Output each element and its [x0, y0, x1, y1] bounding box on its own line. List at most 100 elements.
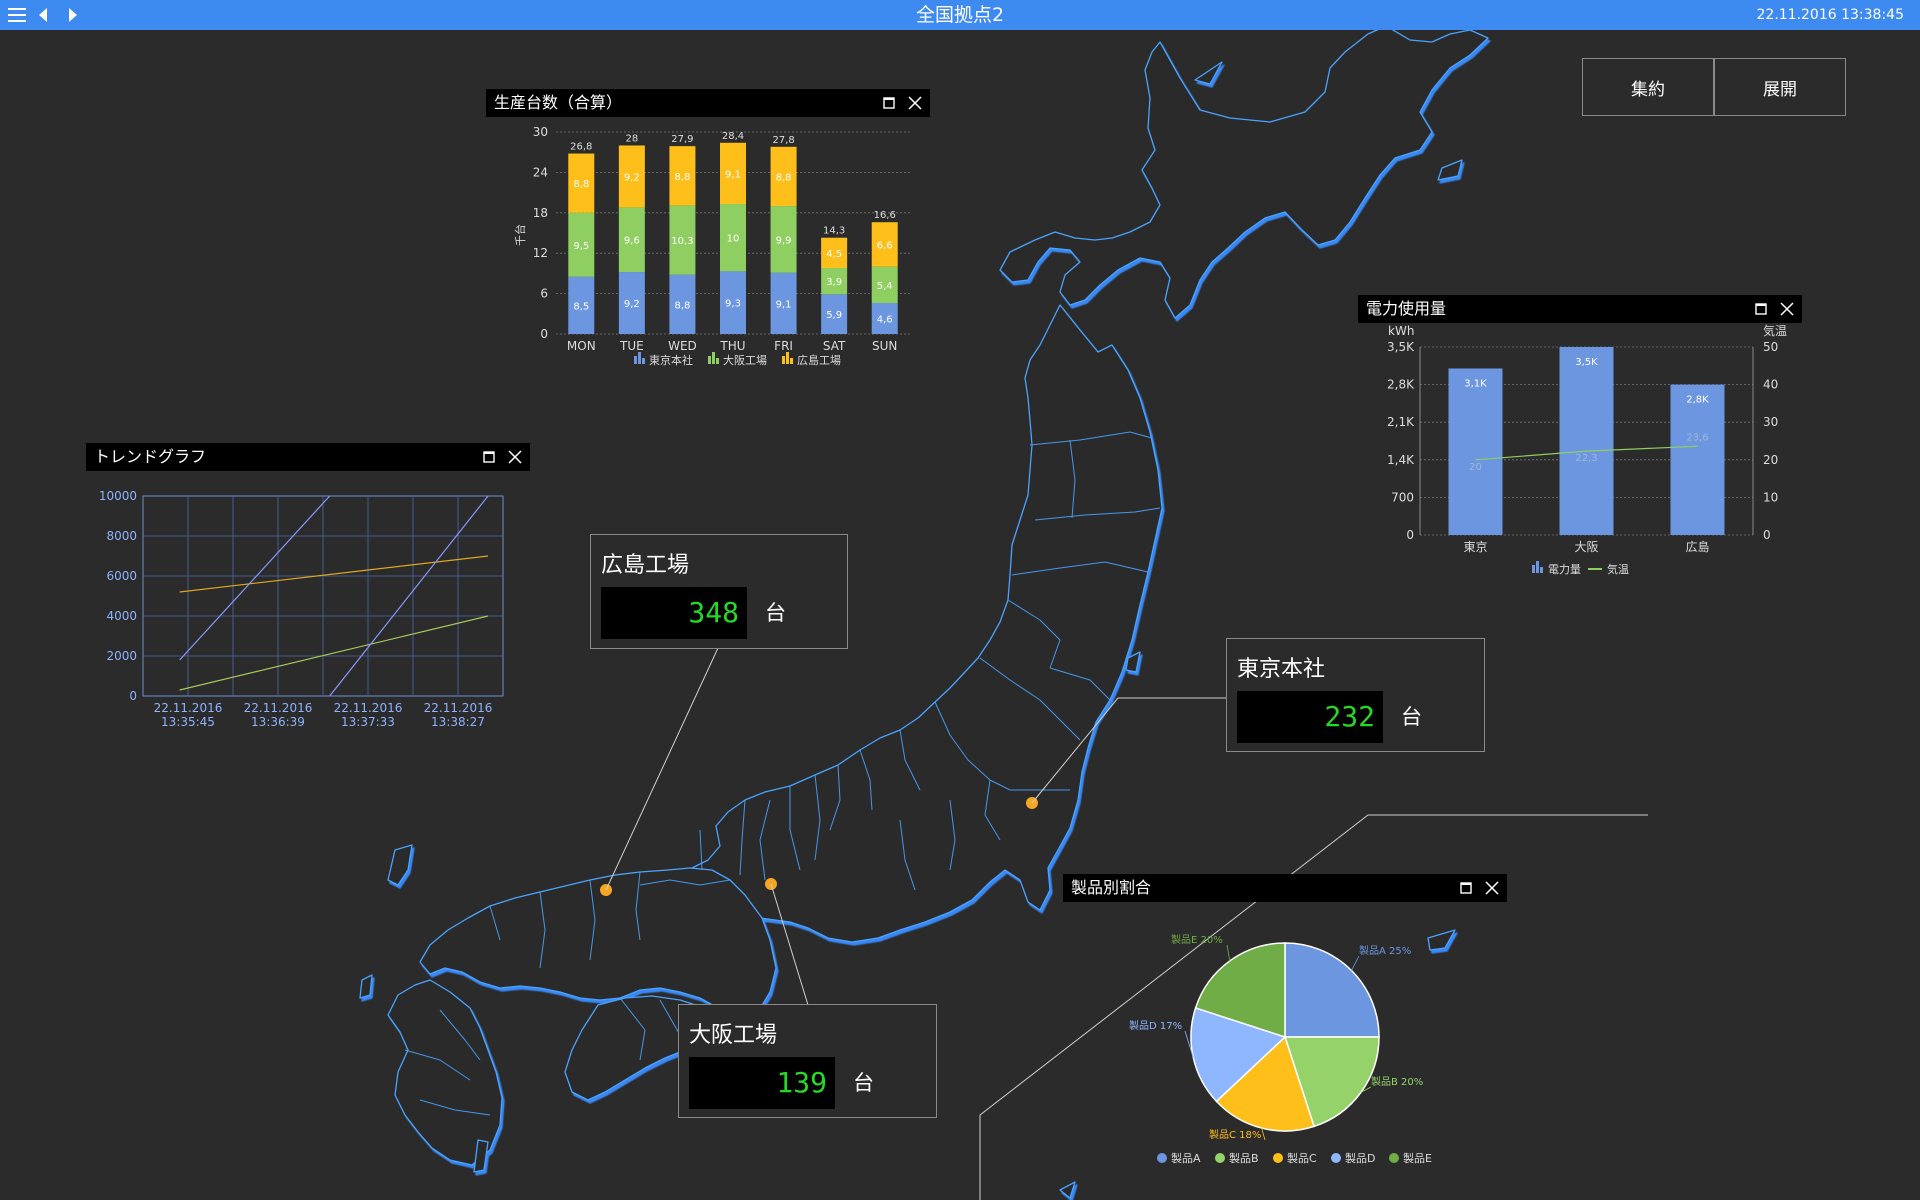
legend-label: 製品C	[1287, 1151, 1317, 1165]
legend-bar-icon	[712, 352, 715, 364]
legend-bar-icon	[782, 356, 785, 364]
total-label: 16,6	[874, 210, 896, 221]
x-tick-label: 東京	[1463, 540, 1487, 554]
y2-tick-label: 10	[1763, 490, 1778, 504]
trend-series-line	[179, 615, 489, 691]
maximize-icon[interactable]	[880, 94, 898, 112]
y-tick-label: 700	[1391, 490, 1414, 504]
pie-slice-label: 製品B 20%	[1371, 1075, 1423, 1088]
legend-pie-icon	[1273, 1153, 1283, 1163]
y-tick-label: 0	[540, 327, 548, 341]
y-tick-label: 2,1K	[1387, 415, 1415, 429]
pie-label-leader	[1351, 955, 1360, 971]
site-box-osaka[interactable]: 大阪工場 139 台	[678, 1004, 937, 1118]
legend-label: 電力量	[1548, 563, 1581, 576]
trend-series-line	[329, 495, 489, 697]
total-label: 26,8	[570, 142, 592, 153]
y-tick-label: 24	[533, 165, 548, 179]
close-icon[interactable]	[906, 94, 924, 112]
close-icon[interactable]	[1483, 879, 1501, 897]
x-tick-label: FRI	[774, 339, 793, 353]
legend-label: 大阪工場	[723, 353, 767, 367]
legend-label: 広島工場	[797, 353, 841, 367]
legend-bar-icon	[1540, 567, 1543, 573]
close-icon[interactable]	[506, 448, 524, 466]
site-name: 広島工場	[601, 553, 690, 578]
legend-label: 製品D	[1345, 1151, 1375, 1165]
map-island	[359, 974, 373, 999]
pie-panel: 製品別割合 製品A 25% 製品B 20% 製品C 18% 製品D 17% 製品E 20…	[1063, 874, 1507, 1174]
y-tick-label: 2000	[106, 649, 137, 663]
maximize-icon[interactable]	[1752, 300, 1770, 318]
trend-series-line	[179, 495, 331, 661]
y-tick-label: 0	[129, 689, 137, 703]
pie-slice-label: 製品D 17%	[1129, 1019, 1182, 1032]
x-tick-label: SUN	[872, 339, 897, 353]
legend-label: 製品B	[1229, 1151, 1259, 1165]
map-island	[387, 844, 413, 886]
site-unit: 台	[765, 601, 786, 625]
panel-header: 電力使用量	[1358, 295, 1802, 323]
x-tick-label: SAT	[823, 339, 846, 353]
x-tick-date: 22.11.2016	[334, 701, 403, 715]
site-name: 東京本社	[1237, 657, 1326, 682]
legend-bar-icon	[708, 356, 711, 364]
y-axis-label: kWh	[1388, 324, 1414, 338]
panel-title: 生産台数（合算）	[494, 93, 623, 112]
data-label: 5,9	[826, 310, 842, 321]
site-value: 232	[1237, 691, 1383, 743]
legend-label: 気温	[1607, 562, 1629, 576]
production-chart: 0 6 12 18 24 30 千台 8,5 9,5 8,8 26,8 MON 9,2 9,6 9,2 28 T…	[513, 125, 910, 367]
total-label: 14,3	[823, 226, 845, 237]
site-box-tokyo[interactable]: 東京本社 232 台	[1226, 638, 1485, 752]
data-label: 9,2	[624, 299, 640, 310]
line-data-label: 23,6	[1686, 432, 1708, 443]
x-tick-time: 13:38:27	[431, 715, 485, 729]
pie-slice-label: 製品A 25%	[1359, 944, 1411, 957]
y2-tick-label: 30	[1763, 415, 1778, 429]
y2-tick-label: 40	[1763, 378, 1778, 392]
legend-bar-icon	[790, 358, 793, 364]
data-label: 8,8	[776, 172, 792, 183]
legend-label: 製品E	[1403, 1151, 1432, 1165]
close-icon[interactable]	[1778, 300, 1796, 318]
pie-slice-label: 製品C 18%	[1209, 1128, 1261, 1141]
x-tick-date: 22.11.2016	[244, 701, 313, 715]
trend-chart: 020004000600080001000022.11.201613:35:45…	[99, 489, 504, 729]
data-label: 3,5K	[1575, 357, 1598, 368]
map-island	[1194, 61, 1223, 85]
collapse-button[interactable]: 集約	[1582, 58, 1714, 116]
y-tick-label: 18	[533, 206, 548, 220]
production-panel: 生産台数（合算） 0 6 12 18 24 30 千台 8,5 9,5 8,8 26,8 MON 9,2…	[486, 89, 930, 389]
y-tick-label: 2,8K	[1387, 378, 1415, 392]
data-label: 9,1	[725, 169, 741, 180]
y-tick-label: 8000	[106, 529, 137, 543]
map-hokkaido	[999, 30, 1489, 319]
legend-pie-icon	[1215, 1153, 1225, 1163]
y-tick-label: 1,4K	[1387, 453, 1415, 467]
data-label: 4,5	[826, 249, 842, 260]
data-label: 3,9	[826, 277, 842, 288]
bar	[1670, 384, 1725, 535]
total-label: 27,9	[671, 134, 693, 145]
power-panel: 電力使用量 kWh 気温 0 700 1,4K 2,1K 2,8K 3,5K 0 10 20 30 40…	[1358, 295, 1802, 595]
site-value: 139	[689, 1057, 835, 1109]
map-kyushu	[387, 979, 503, 1166]
y-tick-label: 0	[1406, 528, 1414, 542]
site-unit: 台	[853, 1071, 874, 1095]
data-label: 9,2	[624, 172, 640, 183]
pie-label-leader	[1226, 944, 1231, 962]
legend-label: 東京本社	[649, 353, 693, 367]
y2-tick-label: 20	[1763, 453, 1778, 467]
site-value: 348	[601, 587, 747, 639]
total-label: 27,8	[772, 135, 794, 146]
maximize-icon[interactable]	[1457, 879, 1475, 897]
total-label: 28	[625, 133, 638, 144]
site-box-hiroshima[interactable]: 広島工場 348 台	[590, 534, 848, 649]
legend-label: 製品A	[1171, 1151, 1201, 1165]
map-island	[1059, 1181, 1076, 1199]
maximize-icon[interactable]	[480, 448, 498, 466]
expand-button[interactable]: 展開	[1714, 58, 1846, 116]
x-tick-label: MON	[567, 339, 596, 353]
power-chart: kWh 気温 0 700 1,4K 2,1K 2,8K 3,5K 0 10 20 30 40 50 3,1K…	[1387, 323, 1787, 576]
